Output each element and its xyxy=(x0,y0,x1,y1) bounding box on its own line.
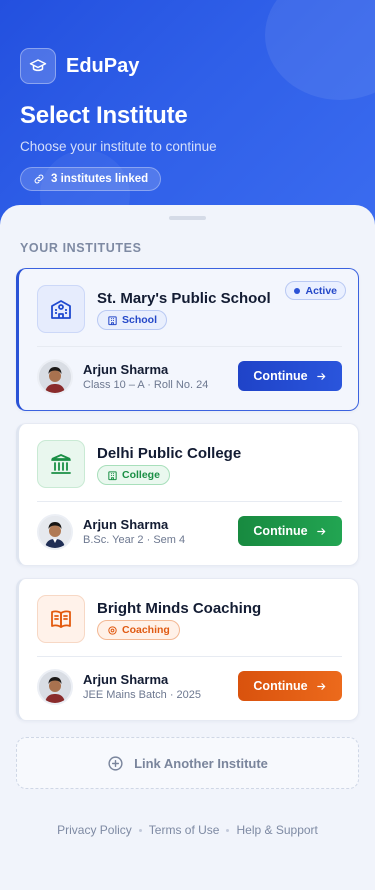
arrow-right-icon xyxy=(316,682,325,690)
brand: EduPay xyxy=(20,48,139,84)
divider xyxy=(37,346,342,347)
arrow-right-icon xyxy=(316,372,325,380)
type-badge-label: School xyxy=(122,314,158,326)
status-label: Active xyxy=(305,284,337,297)
type-badge-label: Coaching xyxy=(122,624,170,636)
privacy-policy-link[interactable]: Privacy Policy xyxy=(57,823,132,837)
plus-circle-icon xyxy=(108,755,123,771)
avatar xyxy=(37,669,73,705)
type-badge: School xyxy=(97,310,168,330)
open-book-icon xyxy=(37,595,85,643)
linked-count-label: 3 institutes linked xyxy=(51,173,149,185)
continue-button[interactable]: Continue xyxy=(238,361,342,391)
avatar xyxy=(37,514,73,550)
header-banner: EduPay Select Institute Choose your inst… xyxy=(0,0,375,240)
graduation-cap-icon xyxy=(20,48,56,84)
institutes-sheet: YOUR INSTITUTES St. Mary's Public School… xyxy=(0,205,375,890)
target-icon xyxy=(108,625,117,635)
sheet-handle[interactable] xyxy=(169,216,206,220)
building-icon xyxy=(108,470,117,480)
continue-label: Continue xyxy=(253,679,308,693)
divider xyxy=(37,656,342,657)
institute-card-coaching[interactable]: Bright Minds Coaching Coaching Arjun Sha… xyxy=(16,578,359,721)
continue-label: Continue xyxy=(253,524,308,538)
link-another-institute-button[interactable]: Link Another Institute xyxy=(16,737,359,789)
continue-label: Continue xyxy=(253,369,308,383)
app-name: EduPay xyxy=(66,54,140,77)
institute-name: Bright Minds Coaching xyxy=(97,600,262,617)
separator-dot xyxy=(226,828,230,832)
student-name: Arjun Sharma xyxy=(83,672,169,687)
continue-button[interactable]: Continue xyxy=(238,516,342,546)
school-building-icon xyxy=(37,285,85,333)
type-badge: College xyxy=(97,465,170,485)
institute-card-school[interactable]: St. Mary's Public School School Active A… xyxy=(16,268,359,411)
decorative-circle xyxy=(265,0,375,100)
student-meta: B.Sc. Year 2 · Sem 4 xyxy=(83,534,186,546)
avatar xyxy=(37,359,73,395)
page-title: Select Institute xyxy=(20,102,188,129)
status-badge: Active xyxy=(285,281,346,300)
continue-button[interactable]: Continue xyxy=(238,671,342,701)
student-name: Arjun Sharma xyxy=(83,362,169,377)
institute-name: Delhi Public College xyxy=(97,445,242,462)
student-name: Arjun Sharma xyxy=(83,517,169,532)
institute-card-college[interactable]: Delhi Public College College Arjun Sharm… xyxy=(16,423,359,566)
college-pillars-icon xyxy=(37,440,85,488)
separator-dot xyxy=(138,828,142,832)
student-meta: Class 10 – A · Roll No. 24 xyxy=(83,379,209,391)
linked-count-badge: 3 institutes linked xyxy=(20,167,162,191)
building-icon xyxy=(108,315,117,325)
institute-name: St. Mary's Public School xyxy=(97,290,271,307)
section-label: YOUR INSTITUTES xyxy=(20,241,142,255)
link-another-label: Link Another Institute xyxy=(134,755,268,771)
terms-of-use-link[interactable]: Terms of Use xyxy=(149,823,220,837)
link-icon xyxy=(34,174,44,184)
type-badge-label: College xyxy=(122,469,160,481)
help-support-link[interactable]: Help & Support xyxy=(236,823,317,837)
student-meta: JEE Mains Batch · 2025 xyxy=(83,689,202,701)
arrow-right-icon xyxy=(316,527,325,535)
page-subtitle: Choose your institute to continue xyxy=(20,139,217,154)
divider xyxy=(37,501,342,502)
footer-links: Privacy Policy Terms of Use Help & Suppo… xyxy=(0,823,375,837)
status-dot xyxy=(294,287,301,294)
type-badge: Coaching xyxy=(97,620,180,640)
